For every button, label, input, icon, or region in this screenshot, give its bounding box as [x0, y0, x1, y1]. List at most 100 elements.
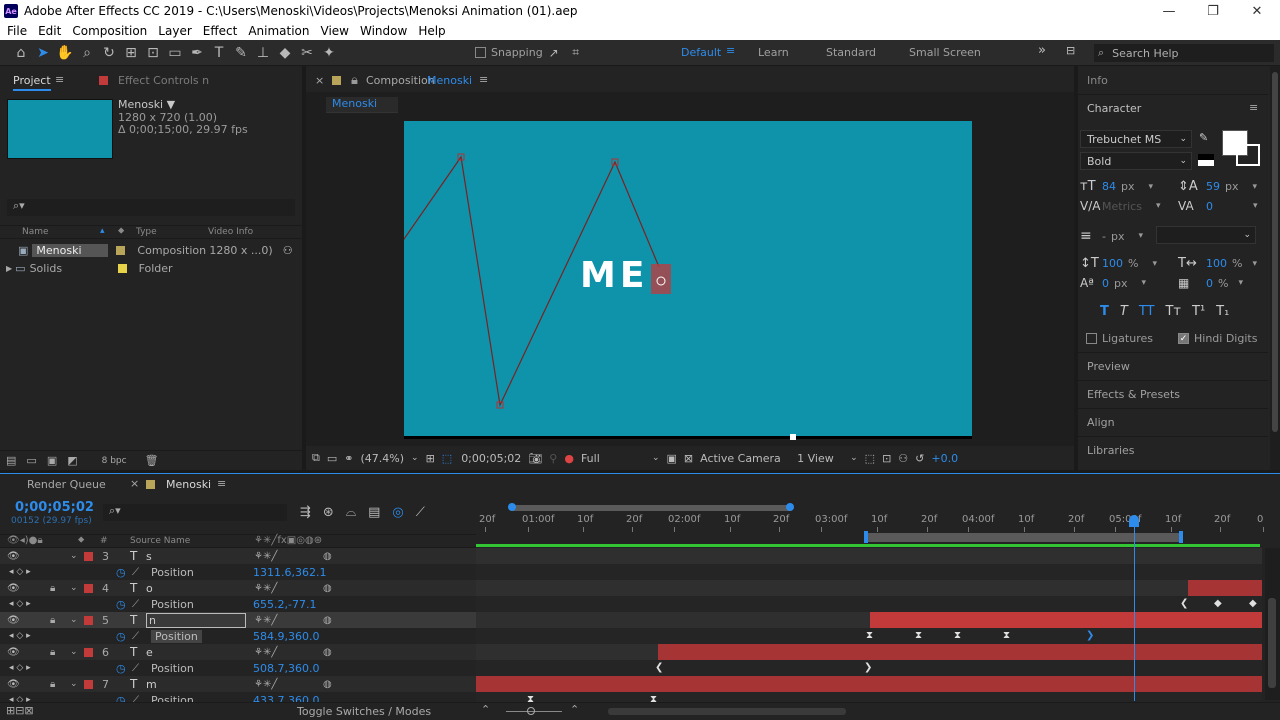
comp-tab-name[interactable]: Menoski	[427, 74, 472, 87]
keyframe-navigator-icon[interactable]: ◂ ◇ ▸	[9, 631, 31, 641]
timeline-layer-row[interactable]: 👁︎ 🔒︎ ⌄ 4 T o ⚘✳╱ ◍	[0, 580, 476, 596]
navigator-end-handle[interactable]	[786, 503, 794, 511]
toggle-3d-view-icon[interactable]: ⬚	[865, 452, 875, 465]
snapshot-icon[interactable]: 📷︎	[528, 452, 542, 465]
zoom-tool-icon[interactable]: ⌕	[76, 42, 98, 64]
property-name[interactable]: Position	[151, 662, 194, 675]
panel-layout-icon[interactable]: ⊟	[1066, 44, 1075, 57]
layer-switches-icon[interactable]: ⚘✳╱	[254, 615, 277, 626]
chevron-down-icon[interactable]: ▾	[1238, 278, 1243, 288]
preview-panel-tab[interactable]: Preview	[1078, 352, 1268, 379]
stroke-width-value[interactable]: -	[1102, 230, 1106, 243]
expand-arrow-icon[interactable]: ⌄	[70, 679, 78, 689]
graph-editor-icon[interactable]: ⟋	[416, 505, 425, 520]
snapping-checkbox[interactable]	[475, 47, 486, 58]
layer-duration-bar[interactable]	[658, 644, 1262, 660]
timeline-current-time[interactable]: 0;00;05;02	[15, 500, 94, 515]
all-caps-button[interactable]: TT	[1139, 304, 1155, 319]
chevron-down-icon[interactable]: ▾	[1149, 182, 1154, 192]
menu-window[interactable]: Window	[360, 24, 407, 38]
horizontal-scale-value[interactable]: 100	[1206, 257, 1227, 270]
workspace-default[interactable]: Default	[681, 46, 721, 59]
chevron-down-icon[interactable]: ▾	[1253, 182, 1258, 192]
layer-name[interactable]: n	[146, 612, 246, 628]
chevron-down-icon[interactable]: ▾	[1138, 231, 1143, 241]
timeline-property-row[interactable]: ◂ ◇ ▸ ◷ ⟋ Position 508.7,360.0	[0, 660, 476, 676]
flowchart-icon[interactable]: ⚇	[898, 452, 908, 465]
keyframe-icon[interactable]: ❮	[1180, 598, 1188, 609]
tab-render-queue[interactable]: Render Queue	[27, 478, 106, 491]
ligatures-checkbox[interactable]	[1086, 333, 1097, 344]
show-snapshot-icon[interactable]: ⚲	[549, 452, 557, 465]
layer-duration-bar[interactable]	[1188, 580, 1262, 596]
graph-icon[interactable]: ⟋	[132, 663, 139, 674]
keyframe-icon[interactable]: ◆	[1249, 598, 1257, 609]
character-panel-title[interactable]: Character	[1087, 102, 1141, 115]
keyframe-navigator-icon[interactable]: ◂ ◇ ▸	[9, 599, 31, 609]
effects-presets-panel-tab[interactable]: Effects & Presets	[1078, 380, 1268, 407]
graph-icon[interactable]: ⟋	[132, 599, 139, 610]
timeline-property-row[interactable]: ◂ ◇ ▸ ◷ ⟋ Position 584.9,360.0	[0, 628, 476, 644]
interpret-footage-icon[interactable]: ▤	[6, 454, 16, 467]
property-name[interactable]: Position	[151, 598, 194, 611]
time-ruler[interactable]: 20f 01:00f 10f 20f 02:00f 10f 20f 03:00f 10f 20f 0…	[476, 500, 1266, 544]
pen-tool-icon[interactable]: ✒	[186, 42, 208, 64]
snap-options-icon[interactable]: ↗	[543, 42, 565, 64]
chevron-down-icon[interactable]: ▾	[1252, 259, 1257, 269]
eye-icon[interactable]: 👁︎	[7, 583, 20, 594]
expand-arrow-icon[interactable]: ⌄	[70, 583, 78, 593]
work-area-start-handle[interactable]	[864, 531, 868, 543]
motion-blur-switch-icon[interactable]: ◍	[323, 615, 332, 626]
tab-effect-controls[interactable]: Effect Controls n	[118, 74, 209, 87]
trash-icon[interactable]: 🗑	[145, 454, 159, 467]
motion-path-overlay[interactable]	[404, 121, 972, 439]
work-area-end-handle[interactable]	[1179, 531, 1183, 543]
layer-name[interactable]: s	[146, 550, 152, 563]
lock-icon[interactable]: 🔒︎	[351, 73, 358, 88]
label-color-swatch[interactable]	[84, 647, 93, 657]
canvas-bottom-handle[interactable]	[790, 434, 796, 440]
timeline-menu-icon[interactable]: ≡	[217, 477, 226, 490]
rectangle-tool-icon[interactable]: ▭	[164, 42, 186, 64]
timeline-layer-row[interactable]: 👁︎ 🔒︎ ⌄ 7 T m ⚘✳╱ ◍	[0, 676, 476, 692]
col-name[interactable]: Name	[22, 227, 49, 237]
menu-view[interactable]: View	[321, 24, 349, 38]
selection-tool-icon[interactable]: ➤	[32, 42, 54, 64]
col-video-info[interactable]: Video Info	[208, 227, 253, 237]
menu-file[interactable]: File	[7, 24, 27, 38]
close-button[interactable]: ✕	[1234, 0, 1280, 22]
graph-icon[interactable]: ⟋	[132, 567, 139, 578]
position-value[interactable]: 1311.6,362.1	[253, 566, 326, 579]
new-folder-icon[interactable]: ▭	[26, 454, 36, 467]
workspace-small-screen[interactable]: Small Screen	[909, 46, 981, 59]
vertical-scale-value[interactable]: 100	[1102, 257, 1123, 270]
fast-previews-icon[interactable]: ▣	[666, 452, 676, 465]
canvas-text-layer[interactable]: ME	[580, 255, 648, 296]
position-value[interactable]: 508.7,360.0	[253, 662, 319, 675]
keyframe-icon[interactable]: ⧗	[866, 630, 873, 641]
grid-guides-icon[interactable]: ⊞	[426, 452, 435, 465]
expand-layer-switches-icon[interactable]: ⊞⊟⊠	[6, 704, 34, 717]
chevron-down-icon[interactable]: ▾	[1156, 201, 1161, 211]
keyframe-navigator-icon[interactable]: ◂ ◇ ▸	[9, 663, 31, 673]
position-value[interactable]: 655.2,-77.1	[253, 598, 316, 611]
align-panel-tab[interactable]: Align	[1078, 408, 1268, 435]
snap-target-icon[interactable]: ⌗	[565, 42, 587, 64]
stopwatch-icon[interactable]: ◷	[116, 598, 126, 611]
eye-icon[interactable]: 👁︎	[7, 615, 20, 626]
project-settings-icon[interactable]: ◩	[67, 454, 77, 467]
more-workspaces-icon[interactable]: »	[1038, 43, 1046, 58]
comp-panel-menu-icon[interactable]: ≡	[479, 73, 488, 86]
col-type[interactable]: Type	[136, 227, 157, 237]
layer-switches-icon[interactable]: ⚘✳╱	[254, 647, 277, 658]
timeline-property-row[interactable]: ◂ ◇ ▸ ◷ ⟋ Position 655.2,-77.1	[0, 596, 476, 612]
views-dropdown[interactable]: 1 View	[797, 452, 843, 465]
baseline-shift-value[interactable]: 0	[1102, 277, 1109, 290]
tracking-value[interactable]: 0	[1206, 200, 1213, 213]
resolution-dropdown[interactable]: Full	[581, 452, 645, 465]
workspace-menu-icon[interactable]: ≡	[726, 44, 735, 57]
chevron-down-icon[interactable]: ▾	[1253, 201, 1258, 211]
draft-3d-icon[interactable]: ⊛	[323, 505, 334, 520]
exposure-value[interactable]: +0.0	[931, 452, 958, 465]
faux-italic-button[interactable]: T	[1120, 304, 1128, 319]
